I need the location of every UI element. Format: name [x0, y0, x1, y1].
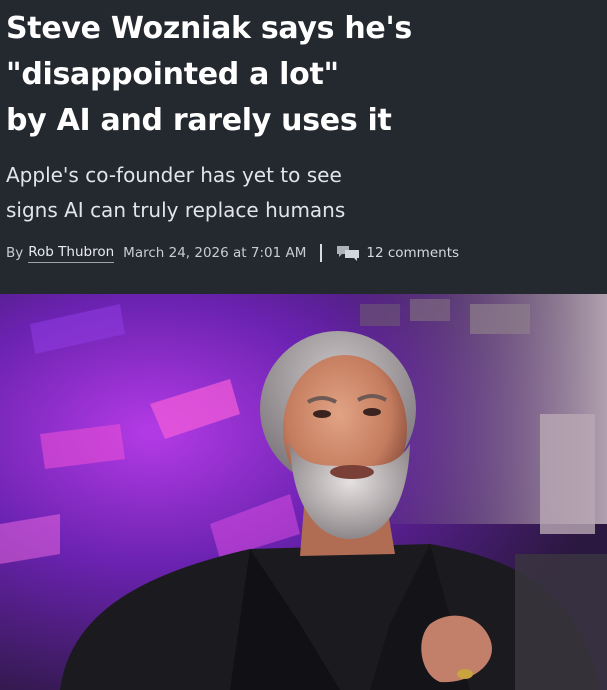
- byline-divider: [320, 244, 323, 262]
- portrait-photo: [0, 294, 607, 690]
- article-header: Steve Wozniak says he's "disappointed a …: [0, 0, 607, 294]
- hero-photo: [0, 294, 607, 690]
- comments-icon[interactable]: [336, 245, 360, 261]
- byline: By Rob Thubron March 24, 2026 at 7:01 AM…: [6, 242, 459, 264]
- article-subtitle: Apple's co-founder has yet to see signs …: [6, 158, 596, 228]
- author-link[interactable]: Rob Thubron: [28, 244, 115, 263]
- subtitle-line: signs AI can truly replace humans: [6, 198, 346, 222]
- headline-line: Steve Wozniak says he's: [6, 11, 412, 46]
- article-headline: Steve Wozniak says he's "disappointed a …: [6, 6, 596, 144]
- headline-line: "disappointed a lot": [6, 57, 339, 92]
- headline-line: by AI and rarely uses it: [6, 103, 392, 138]
- subtitle-line: Apple's co-founder has yet to see: [6, 163, 342, 187]
- publish-date: March 24, 2026 at 7:01 AM: [123, 245, 307, 261]
- byline-prefix: By: [6, 245, 24, 261]
- comments-link[interactable]: 12 comments: [366, 245, 459, 261]
